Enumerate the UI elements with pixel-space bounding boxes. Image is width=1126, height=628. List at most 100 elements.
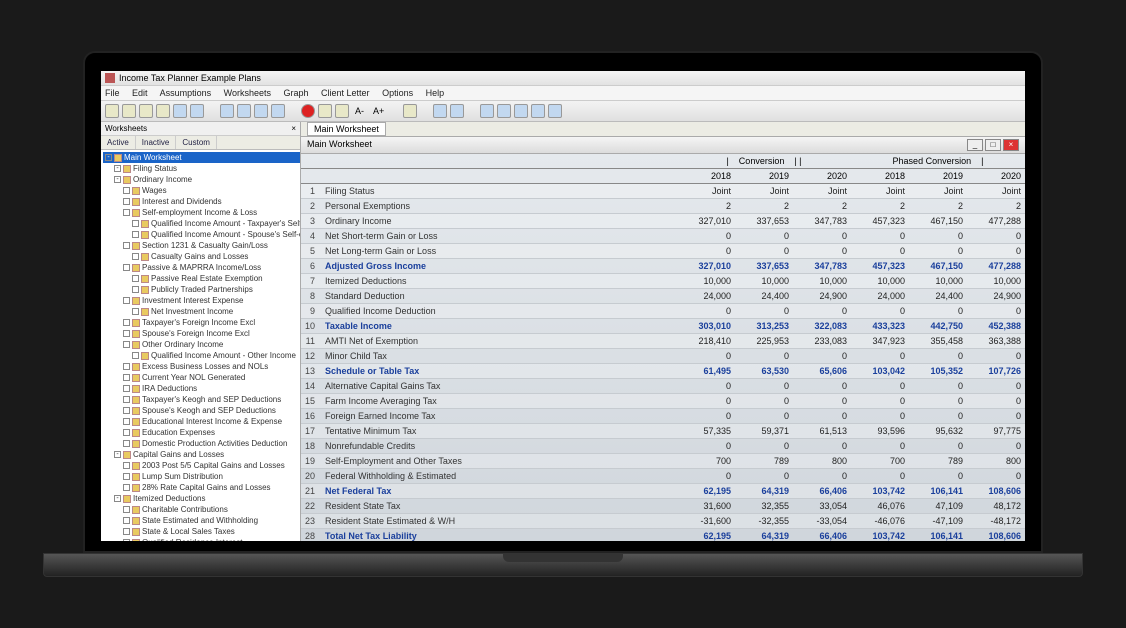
cell-value[interactable]: 0 <box>909 229 967 244</box>
worksheet-grid[interactable]: | Conversion | |Phased Conversion |20182… <box>301 154 1025 541</box>
cell-value[interactable]: 303,010 <box>677 319 735 334</box>
table-row[interactable]: 17Tentative Minimum Tax57,33559,37161,51… <box>301 424 1025 439</box>
tree-node[interactable]: Publicly Traded Partnerships <box>103 284 300 295</box>
tree-node[interactable]: State & Local Sales Taxes <box>103 526 300 537</box>
table-row[interactable]: 1Filing StatusJointJointJointJointJointJ… <box>301 184 1025 199</box>
tree-node[interactable]: Taxpayer's Foreign Income Excl <box>103 317 300 328</box>
cell-value[interactable]: 0 <box>677 304 735 319</box>
cell-value[interactable]: 62,195 <box>677 529 735 542</box>
cell-value[interactable]: 700 <box>677 454 735 469</box>
cell-value[interactable]: 108,606 <box>967 529 1025 542</box>
cell-value[interactable]: 225,953 <box>735 334 793 349</box>
cell-value[interactable]: 0 <box>677 379 735 394</box>
cell-value[interactable]: 347,923 <box>851 334 909 349</box>
cell-value[interactable]: -46,076 <box>851 514 909 529</box>
cell-value[interactable]: 0 <box>909 439 967 454</box>
cell-value[interactable]: -48,172 <box>967 514 1025 529</box>
menu-graph[interactable]: Graph <box>283 88 308 98</box>
tree-node[interactable]: 2003 Post 5/5 Capital Gains and Losses <box>103 460 300 471</box>
cell-value[interactable]: 0 <box>793 349 851 364</box>
cell-value[interactable]: 0 <box>677 439 735 454</box>
cell-value[interactable]: 24,400 <box>909 289 967 304</box>
tree-node[interactable]: State Estimated and Withholding <box>103 515 300 526</box>
cell-value[interactable]: 2 <box>909 199 967 214</box>
cell-value[interactable]: 108,606 <box>967 484 1025 499</box>
toolbar-window1-icon[interactable] <box>480 104 494 118</box>
cell-value[interactable]: 0 <box>677 394 735 409</box>
cell-value[interactable]: 0 <box>677 229 735 244</box>
toolbar-lock-icon[interactable] <box>335 104 349 118</box>
close-icon[interactable]: × <box>1003 139 1019 151</box>
table-row[interactable]: 19Self-Employment and Other Taxes7007898… <box>301 454 1025 469</box>
table-row[interactable]: 5Net Long-term Gain or Loss000000 <box>301 244 1025 259</box>
tree-node[interactable]: Net Investment Income <box>103 306 300 317</box>
cell-value[interactable]: Joint <box>967 184 1025 199</box>
cell-value[interactable]: 0 <box>851 379 909 394</box>
tree-node[interactable]: Passive Real Estate Exemption <box>103 273 300 284</box>
cell-value[interactable]: 64,319 <box>735 484 793 499</box>
cell-value[interactable]: 0 <box>909 244 967 259</box>
toolbar-window2-icon[interactable] <box>497 104 511 118</box>
cell-value[interactable]: 452,388 <box>967 319 1025 334</box>
menu-options[interactable]: Options <box>382 88 413 98</box>
cell-value[interactable]: 467,150 <box>909 259 967 274</box>
cell-value[interactable]: 2 <box>735 199 793 214</box>
table-row[interactable]: 28Total Net Tax Liability62,19564,31966,… <box>301 529 1025 542</box>
cell-value[interactable]: 800 <box>967 454 1025 469</box>
toolbar-nav-first-icon[interactable] <box>220 104 234 118</box>
worksheet-tree[interactable]: -Main Worksheet-Filing Status-Ordinary I… <box>101 150 300 541</box>
tree-node[interactable]: Taxpayer's Keogh and SEP Deductions <box>103 394 300 405</box>
toolbar-nav-prev-icon[interactable] <box>237 104 251 118</box>
cell-value[interactable]: 0 <box>735 379 793 394</box>
cell-value[interactable]: 477,288 <box>967 259 1025 274</box>
cell-value[interactable]: 467,150 <box>909 214 967 229</box>
cell-value[interactable]: 0 <box>851 229 909 244</box>
table-row[interactable]: 20Federal Withholding & Estimated000000 <box>301 469 1025 484</box>
toolbar-font-decrease[interactable]: A- <box>352 106 367 116</box>
cell-value[interactable]: 0 <box>735 304 793 319</box>
minimize-icon[interactable]: _ <box>967 139 983 151</box>
cell-value[interactable]: 0 <box>967 304 1025 319</box>
cell-value[interactable]: 337,653 <box>735 214 793 229</box>
table-row[interactable]: 15Farm Income Averaging Tax000000 <box>301 394 1025 409</box>
toolbar-stop-icon[interactable] <box>301 104 315 118</box>
cell-value[interactable]: 347,783 <box>793 259 851 274</box>
tree-node[interactable]: Wages <box>103 185 300 196</box>
cell-value[interactable]: 24,900 <box>967 289 1025 304</box>
cell-value[interactable]: 0 <box>793 394 851 409</box>
cell-value[interactable]: 0 <box>735 244 793 259</box>
cell-value[interactable]: 64,319 <box>735 529 793 542</box>
toolbar-window5-icon[interactable] <box>548 104 562 118</box>
tree-node[interactable]: -Itemized Deductions <box>103 493 300 504</box>
cell-value[interactable]: 105,352 <box>909 364 967 379</box>
tree-node[interactable]: Qualified Income Amount - Spouse's Self-… <box>103 229 300 240</box>
cell-value[interactable]: 66,406 <box>793 484 851 499</box>
cell-value[interactable]: 0 <box>967 469 1025 484</box>
cell-value[interactable]: 24,000 <box>851 289 909 304</box>
tree-node[interactable]: Investment Interest Expense <box>103 295 300 306</box>
cell-value[interactable]: 0 <box>967 394 1025 409</box>
tree-node[interactable]: Education Expenses <box>103 427 300 438</box>
toolbar-print-icon[interactable] <box>156 104 170 118</box>
tree-node[interactable]: Other Ordinary Income <box>103 339 300 350</box>
cell-value[interactable]: 0 <box>967 349 1025 364</box>
table-row[interactable]: 12Minor Child Tax000000 <box>301 349 1025 364</box>
cell-value[interactable]: Joint <box>735 184 793 199</box>
cell-value[interactable]: 457,323 <box>851 259 909 274</box>
cell-value[interactable]: 700 <box>851 454 909 469</box>
tree-node[interactable]: -Filing Status <box>103 163 300 174</box>
menu-assumptions[interactable]: Assumptions <box>160 88 212 98</box>
table-row[interactable]: 3Ordinary Income327,010337,653347,783457… <box>301 214 1025 229</box>
cell-value[interactable]: 0 <box>735 409 793 424</box>
cell-value[interactable]: Joint <box>909 184 967 199</box>
table-row[interactable]: 13Schedule or Table Tax61,49563,53065,60… <box>301 364 1025 379</box>
cell-value[interactable]: 0 <box>909 379 967 394</box>
cell-value[interactable]: 0 <box>851 394 909 409</box>
tree-node[interactable]: Domestic Production Activities Deduction <box>103 438 300 449</box>
cell-value[interactable]: Joint <box>793 184 851 199</box>
cell-value[interactable]: 59,371 <box>735 424 793 439</box>
table-row[interactable]: 21Net Federal Tax62,19564,31966,406103,7… <box>301 484 1025 499</box>
tree-node[interactable]: -Capital Gains and Losses <box>103 449 300 460</box>
cell-value[interactable]: -47,109 <box>909 514 967 529</box>
toolbar-window4-icon[interactable] <box>531 104 545 118</box>
